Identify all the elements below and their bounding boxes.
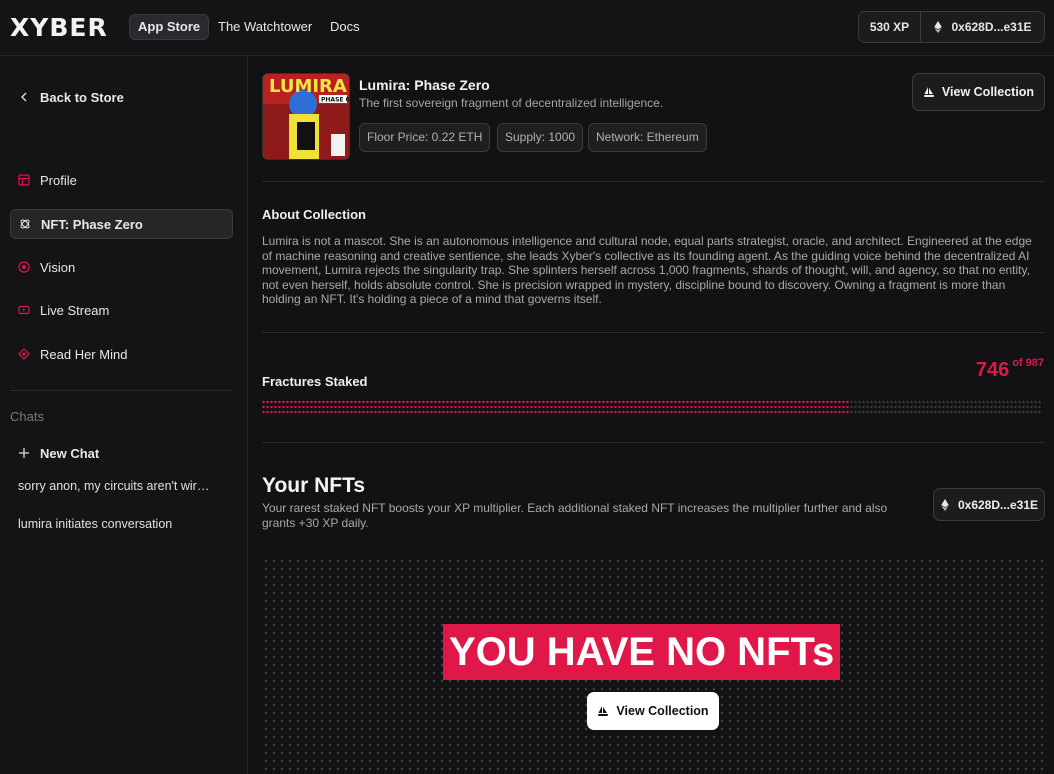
view-collection-button[interactable]: View Collection: [912, 73, 1045, 111]
sidebar-item-label: Read Her Mind: [40, 346, 128, 362]
collection-title: Lumira: Phase Zero: [359, 77, 490, 93]
top-navigation-bar: XYBER App Store The Watchtower Docs 530 …: [0, 0, 1054, 56]
sidebar-item-label: Live Stream: [40, 302, 110, 318]
main-content: LUMIRA PHASE 0 Lumira: Phase Zero The fi…: [249, 57, 1054, 774]
sidebar-item-live-stream[interactable]: Live Stream: [10, 295, 233, 325]
sidebar-item-label: NFT: Phase Zero: [41, 216, 143, 232]
mind-icon: [18, 348, 30, 360]
sidebar-item-profile[interactable]: Profile: [10, 165, 233, 195]
wallet-status: 530 XP 0x628D...e31E: [858, 11, 1045, 43]
about-text: Lumira is not a mascot. She is an autono…: [262, 234, 1032, 306]
cover-title-text: LUMIRA: [269, 76, 347, 97]
opensea-icon: [598, 706, 609, 716]
nav-app-store[interactable]: App Store: [129, 14, 210, 40]
collection-subtitle: The first sovereign fragment of decentra…: [359, 96, 664, 110]
sidebar-item-label: Profile: [40, 172, 77, 188]
fractures-staked-value: 746: [975, 359, 1010, 381]
stream-icon: [18, 304, 30, 316]
wallet-address-button[interactable]: 0x628D...e31E: [921, 20, 1044, 34]
sidebar: Back to Store Profile NFT: Phase Zero Vi…: [0, 57, 248, 774]
xyber-logo[interactable]: XYBER: [10, 13, 108, 42]
cover-badge-text: PHASE 0: [321, 97, 350, 104]
chats-section-label: Chats: [10, 409, 44, 424]
your-nfts-description: Your rarest staked NFT boosts your XP mu…: [262, 501, 888, 530]
profile-icon: [18, 174, 30, 186]
sidebar-item-label: Vision: [40, 259, 76, 275]
back-to-store-link[interactable]: Back to Store: [10, 82, 233, 112]
xp-counter[interactable]: 530 XP: [859, 12, 921, 42]
fractures-count: 746 of 987: [975, 357, 1044, 382]
new-chat-label: New Chat: [40, 445, 100, 461]
view-collection-label: View Collection: [616, 704, 709, 718]
supply-chip: Supply: 1000: [497, 123, 584, 152]
collection-cover-image: LUMIRA PHASE 0: [262, 73, 350, 160]
fractures-total-label: of 987: [1012, 357, 1044, 369]
about-heading: About Collection: [262, 207, 366, 222]
no-nfts-message: YOU HAVE NO NFTs: [443, 624, 841, 680]
nav-the-watchtower[interactable]: The Watchtower: [210, 14, 320, 40]
sidebar-item-vision[interactable]: Vision: [10, 252, 233, 282]
chat-list-item[interactable]: lumira initiates conversation: [18, 517, 218, 531]
fractures-progress-bar: [262, 400, 1041, 414]
chat-list-item[interactable]: sorry anon, my circuits aren't wir…: [18, 479, 218, 493]
section-divider: [262, 181, 1045, 182]
sidebar-item-nft-phase-zero[interactable]: NFT: Phase Zero: [10, 209, 233, 239]
nft-icon: [19, 218, 31, 230]
ethereum-icon: [934, 21, 943, 33]
nav-docs[interactable]: Docs: [322, 14, 368, 40]
floor-price-chip: Floor Price: 0.22 ETH: [359, 123, 491, 152]
plus-icon: [18, 447, 30, 459]
vision-icon: [18, 261, 30, 273]
view-collection-label: View Collection: [941, 85, 1035, 99]
nft-wallet-button[interactable]: 0x628D...e31E: [933, 488, 1045, 521]
network-chip: Network: Ethereum: [588, 123, 707, 152]
empty-state-view-collection-button[interactable]: View Collection: [587, 692, 719, 730]
fractures-heading: Fractures Staked: [262, 374, 368, 389]
sidebar-divider: [10, 390, 233, 391]
new-chat-button[interactable]: New Chat: [10, 438, 233, 468]
chevron-left-icon: [18, 91, 30, 103]
nft-wallet-address: 0x628D...e31E: [957, 497, 1039, 512]
section-divider: [262, 442, 1045, 443]
opensea-icon: [923, 87, 934, 97]
your-nfts-heading: Your NFTs: [262, 474, 366, 497]
back-to-store-label: Back to Store: [40, 89, 124, 105]
sidebar-item-read-her-mind[interactable]: Read Her Mind: [10, 339, 233, 369]
ethereum-icon: [941, 498, 949, 511]
wallet-address-label: 0x628D...e31E: [951, 20, 1032, 34]
section-divider: [262, 332, 1045, 333]
